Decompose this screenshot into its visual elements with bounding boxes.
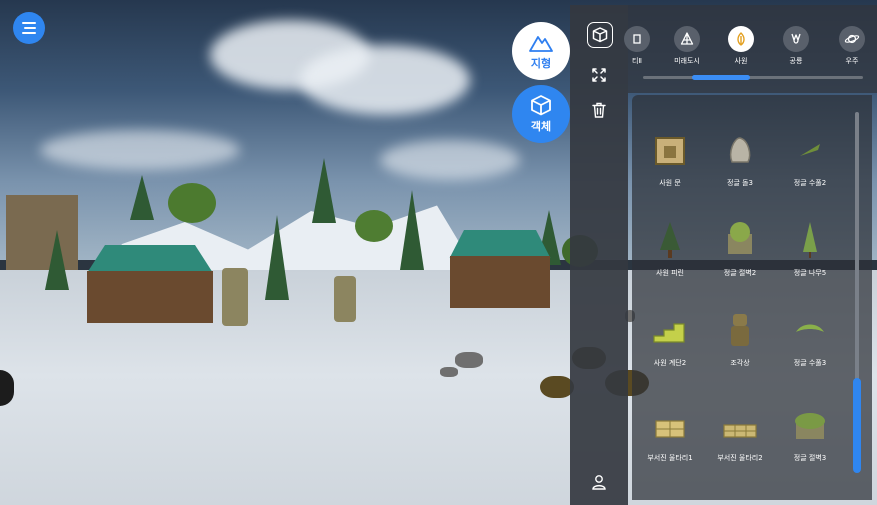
jungle-rock-thumbnail — [718, 128, 762, 172]
cloud — [300, 45, 470, 115]
round-tree — [355, 210, 393, 242]
delete-tool[interactable] — [584, 95, 614, 125]
temple-gate-thumbnail — [648, 128, 692, 172]
jungle-bush-thumbnail — [788, 128, 832, 172]
statue-thumbnail — [718, 308, 762, 352]
category-label: 미래도시 — [674, 57, 700, 65]
jungle-cliff-thumbnail — [788, 403, 832, 447]
statue — [334, 276, 356, 322]
object-name: 정글 수풀2 — [793, 179, 827, 187]
category-temple[interactable]: 사원 — [719, 26, 763, 66]
pine-tree — [45, 230, 69, 290]
object-name: 정글 수풀3 — [793, 359, 827, 367]
terrain-mode-label: 지형 — [530, 57, 552, 70]
object-name: 조각상 — [730, 359, 750, 367]
object-name: 정글 돌3 — [727, 179, 753, 187]
rock — [440, 367, 458, 377]
expand-arrows-icon — [592, 68, 606, 82]
object-name: 사원 계단2 — [653, 359, 687, 367]
category-label: 티Ⅱ — [632, 57, 642, 65]
object-item-broken-fence1[interactable]: 부서진 울타리1 — [635, 395, 705, 475]
dinosaur-icon — [783, 26, 809, 52]
category-space[interactable]: 우주 — [830, 26, 874, 66]
object-item-jungle-rock[interactable]: 정글 돌3 — [705, 120, 775, 200]
broken-fence-thumbnail — [648, 403, 692, 447]
cloud — [40, 130, 240, 170]
object-item-jungle-tree5[interactable]: 정글 나무5 — [775, 210, 845, 290]
object-item-statue[interactable]: 조각상 — [705, 300, 775, 380]
jungle-tree-thumbnail — [788, 218, 832, 262]
category-partial[interactable]: 티Ⅱ — [622, 26, 652, 66]
object-scroll-thumb[interactable] — [853, 378, 861, 473]
pine-tree — [400, 190, 424, 270]
object-item-jungle-cliff3[interactable]: 정글 절벽3 — [775, 395, 845, 475]
select-object-tool[interactable] — [587, 22, 613, 48]
pine-tree — [130, 175, 154, 220]
object-item-jungle-bush2[interactable]: 정글 수풀2 — [775, 120, 845, 200]
object-item-jungle-cliff2[interactable]: 정글 절벽2 — [705, 210, 775, 290]
object-item-temple-gate[interactable]: 사원 문 — [635, 120, 705, 200]
jungle-cliff-thumbnail — [718, 218, 762, 262]
statue — [222, 268, 248, 326]
category-scroll-track[interactable] — [643, 76, 863, 79]
object-name: 사원 문 — [659, 179, 681, 187]
menu-icon — [22, 22, 36, 34]
category-label: 공룡 — [789, 57, 803, 65]
temple-pyramid-thumbnail — [648, 218, 692, 262]
jungle-hut — [440, 230, 560, 320]
tree-stump — [540, 376, 574, 398]
cube-icon — [592, 27, 608, 43]
mountain-icon — [529, 36, 553, 52]
tool-strip — [570, 5, 628, 505]
planet-icon — [839, 26, 865, 52]
object-item-temple-pyramid[interactable]: 사원 피린 — [635, 210, 705, 290]
object-name: 사원 피린 — [656, 269, 684, 277]
object-name: 정글 나무5 — [793, 269, 827, 277]
user-button[interactable] — [584, 467, 614, 497]
object-item-broken-fence2[interactable]: 부서진 울타리2 — [705, 395, 775, 475]
temple-icon — [728, 26, 754, 52]
category-future-city[interactable]: 미래도시 — [665, 26, 709, 66]
object-name: 정글 절벽2 — [723, 269, 757, 277]
object-item-jungle-bush3[interactable]: 정글 수풀3 — [775, 300, 845, 380]
broken-fence-thumbnail — [718, 403, 762, 447]
jungle-bush-thumbnail — [788, 308, 832, 352]
jungle-hut — [75, 245, 225, 335]
object-name: 부서진 울타리1 — [647, 454, 693, 462]
object-mode-label: 객체 — [530, 120, 552, 133]
transform-tool[interactable] — [584, 60, 614, 90]
round-tree — [168, 183, 216, 223]
cloud — [380, 140, 520, 180]
category-label: 우주 — [845, 57, 859, 65]
category-label: 사원 — [734, 57, 748, 65]
object-item-temple-stairs2[interactable]: 사원 계단2 — [635, 300, 705, 380]
object-name: 부서진 울타리2 — [717, 454, 763, 462]
cube-icon — [531, 95, 551, 116]
temple-stairs-thumbnail — [648, 308, 692, 352]
pine-tree — [265, 215, 289, 300]
city-icon — [674, 26, 700, 52]
pine-tree — [312, 158, 336, 223]
category-dinosaur[interactable]: 공룡 — [774, 26, 818, 66]
object-mode-button[interactable]: 객체 — [512, 85, 570, 143]
menu-button[interactable] — [13, 12, 45, 44]
trash-icon — [592, 102, 606, 118]
category-scroll-thumb[interactable] — [692, 75, 750, 80]
object-name: 정글 절벽3 — [793, 454, 827, 462]
partial-icon — [624, 26, 650, 52]
terrain-mode-button[interactable]: 지형 — [512, 22, 570, 80]
rock — [455, 352, 483, 368]
user-icon — [592, 475, 606, 490]
